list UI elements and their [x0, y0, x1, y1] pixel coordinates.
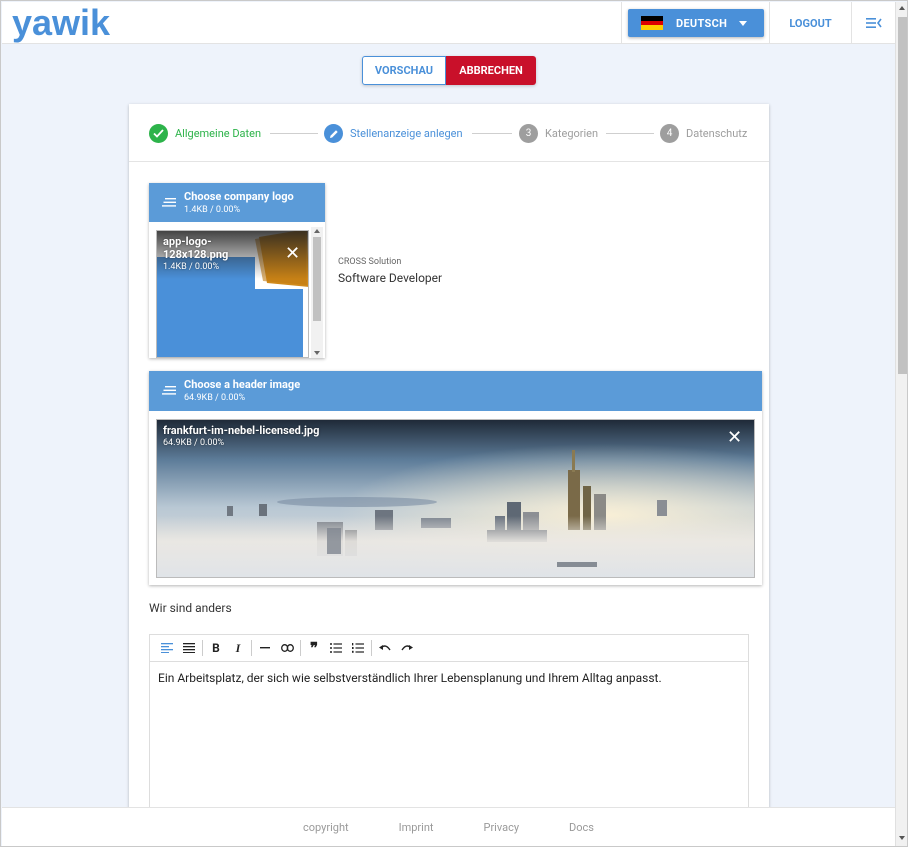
file-name: app-logo-128x128.png	[163, 235, 229, 261]
undo-icon[interactable]	[374, 637, 396, 659]
uploader-subtitle: 64.9KB / 0.00%	[184, 393, 246, 403]
logout-link[interactable]: LOGOUT	[770, 2, 852, 44]
menu-collapse-icon	[865, 18, 882, 28]
step-number: 4	[660, 124, 679, 143]
wizard-stepper: Allgemeine Daten Stellenanzeige anlegen …	[129, 104, 769, 162]
caret-down-icon	[739, 20, 748, 26]
redo-icon[interactable]	[396, 637, 418, 659]
footer-link-imprint[interactable]: Imprint	[399, 821, 434, 834]
job-editor-card: Allgemeine Daten Stellenanzeige anlegen …	[129, 104, 769, 824]
step-connector	[472, 133, 512, 134]
file-size: 64.9KB / 0.00%	[163, 438, 225, 448]
language-label: DEUTSCH	[676, 16, 728, 30]
toolbar-divider	[371, 640, 372, 656]
file-name: frankfurt-im-nebel-licensed.jpg	[163, 424, 320, 437]
logo-text: yawik	[12, 5, 111, 43]
intro-section-label: Wir sind anders	[149, 601, 232, 615]
page-footer: copyright Imprint Privacy Docs	[2, 807, 895, 846]
language-dropdown[interactable]: DEUTSCH	[628, 9, 764, 37]
top-navbar: yawik DEUTSCH LOGOUT	[2, 2, 895, 44]
toolbar-divider	[202, 640, 203, 656]
menu-toggle-button[interactable]	[852, 2, 895, 44]
step-label: Datenschutz	[686, 127, 748, 140]
de-flag-icon	[641, 16, 663, 31]
step-categories[interactable]: 3 Kategorien	[519, 124, 598, 143]
uploader-title: Choose a header image	[184, 378, 301, 391]
scroll-down-arrow-icon[interactable]	[314, 351, 320, 355]
justify-icon[interactable]	[178, 637, 200, 659]
italic-icon[interactable]: I	[227, 637, 249, 659]
company-logo-uploader[interactable]: Choose company logo 1.4KB / 0.00% app-lo…	[149, 183, 325, 358]
header-file-info: frankfurt-im-nebel-licensed.jpg 64.9KB /…	[163, 424, 319, 448]
cancel-button[interactable]: ABBRECHEN	[446, 56, 536, 85]
rich-text-editor[interactable]: B I ❞ Ein Arbeitsplatz, der sich wie sel…	[149, 634, 749, 824]
file-size: 1.4KB / 0.00%	[163, 262, 220, 272]
yawik-logo[interactable]: yawik	[12, 5, 142, 43]
app-window: yawik DEUTSCH LOGOUT VORSCHAU ABBRECHEN …	[0, 0, 908, 847]
blockquote-icon[interactable]: ❞	[303, 637, 325, 659]
remove-file-close-icon[interactable]: ✕	[727, 429, 742, 447]
footer-link-docs[interactable]: Docs	[569, 821, 594, 834]
scroll-up-arrow-icon[interactable]	[899, 6, 905, 10]
upload-list-icon	[162, 198, 176, 207]
header-uploader-header[interactable]: Choose a header image 64.9KB / 0.00%	[149, 371, 762, 411]
step-label: Stellenanzeige anlegen	[350, 127, 463, 140]
toolbar-divider	[300, 640, 301, 656]
horizontal-rule-icon[interactable]	[254, 637, 276, 659]
action-button-group: VORSCHAU ABBRECHEN	[362, 56, 536, 85]
remove-file-close-icon[interactable]: ✕	[285, 245, 300, 263]
logo-uploader-header[interactable]: Choose company logo 1.4KB / 0.00%	[149, 183, 325, 222]
language-cell: DEUTSCH	[621, 2, 770, 44]
uploader-title: Choose company logo	[184, 190, 294, 203]
scroll-thumb[interactable]	[313, 237, 321, 321]
link-icon[interactable]	[276, 637, 298, 659]
logo-file-info: app-logo-128x128.png 1.4KB / 0.00%	[163, 235, 255, 272]
uploader-subtitle: 1.4KB / 0.00%	[184, 205, 241, 215]
toolbar-divider	[251, 640, 252, 656]
company-name: CROSS Solution	[338, 257, 402, 267]
preview-button[interactable]: VORSCHAU	[362, 56, 446, 85]
footer-link-privacy[interactable]: Privacy	[484, 821, 520, 834]
upload-list-icon	[162, 386, 176, 395]
header-file-preview: frankfurt-im-nebel-licensed.jpg 64.9KB /…	[156, 419, 755, 578]
step-general-data[interactable]: Allgemeine Daten	[149, 124, 261, 143]
step-label: Kategorien	[545, 127, 599, 140]
bold-icon[interactable]: B	[205, 637, 227, 659]
check-icon	[149, 124, 168, 143]
logo-file-preview: app-logo-128x128.png 1.4KB / 0.00% ✕	[156, 230, 309, 358]
page-scrollbar[interactable]	[895, 2, 907, 846]
editor-toolbar: B I ❞	[150, 635, 748, 662]
align-left-icon[interactable]	[156, 637, 178, 659]
step-connector	[270, 133, 318, 134]
scroll-up-arrow-icon[interactable]	[314, 229, 320, 233]
footer-link-copyright[interactable]: copyright	[303, 821, 349, 834]
logo-uploader-scrollbar[interactable]	[311, 227, 323, 358]
scroll-down-arrow-icon[interactable]	[899, 836, 905, 840]
step-privacy[interactable]: 4 Datenschutz	[660, 124, 747, 143]
company-info: CROSS Solution Software Developer	[338, 257, 442, 285]
step-connector	[606, 133, 654, 134]
pencil-icon	[324, 124, 343, 143]
step-create-ad[interactable]: Stellenanzeige anlegen	[324, 124, 463, 143]
header-image-uploader[interactable]: Choose a header image 64.9KB / 0.00% fra…	[149, 371, 762, 585]
ordered-list-icon[interactable]	[347, 637, 369, 659]
editor-content[interactable]: Ein Arbeitsplatz, der sich wie selbstver…	[150, 662, 748, 694]
scroll-thumb[interactable]	[898, 17, 907, 374]
step-label: Allgemeine Daten	[175, 127, 262, 140]
step-number: 3	[519, 124, 538, 143]
bullet-list-icon[interactable]	[325, 637, 347, 659]
job-title: Software Developer	[338, 271, 443, 285]
